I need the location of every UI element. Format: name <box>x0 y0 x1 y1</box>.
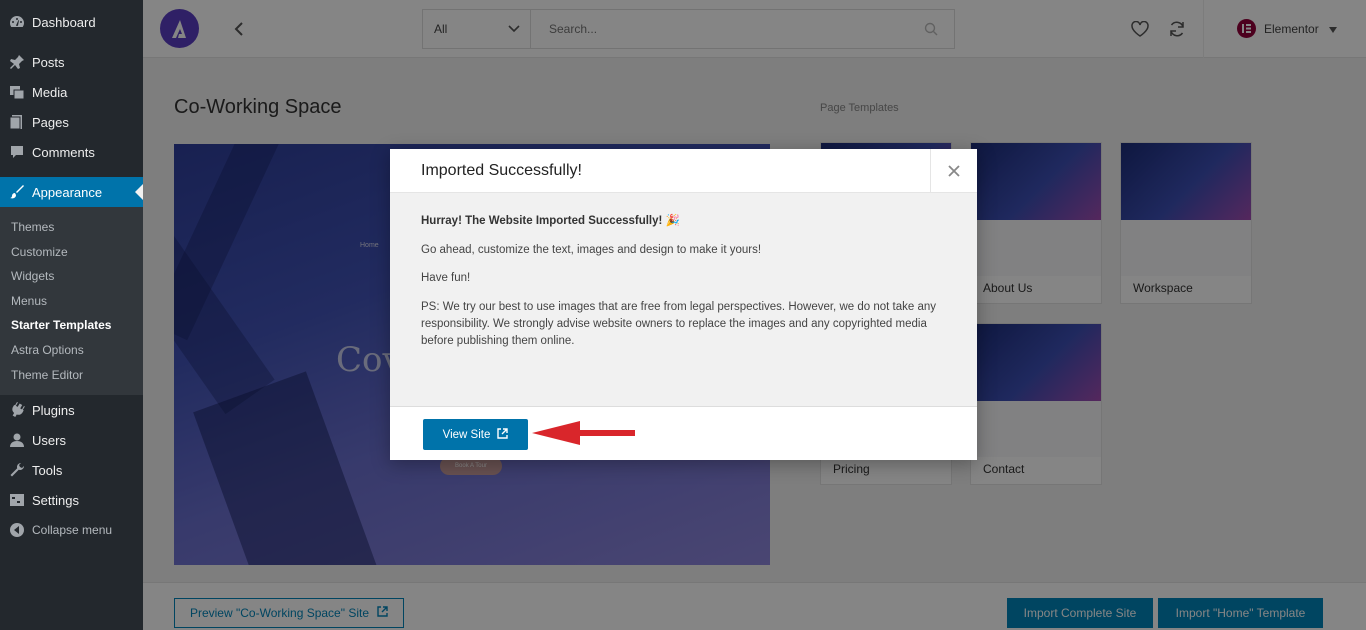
pin-icon <box>8 53 26 71</box>
sidebar-item-tools[interactable]: Tools <box>0 455 143 485</box>
sidebar-item-label: Comments <box>32 144 95 160</box>
sidebar-item-label: Posts <box>32 54 65 70</box>
brush-icon <box>8 183 26 201</box>
view-site-button[interactable]: View Site <box>423 419 528 450</box>
sidebar-item-label: Pages <box>32 114 69 130</box>
collapse-icon <box>8 521 26 539</box>
sidebar-item-label: Media <box>32 84 68 100</box>
annotation-arrow-icon <box>532 421 635 445</box>
media-icon <box>8 83 26 101</box>
appearance-submenu: Themes Customize Widgets Menus Starter T… <box>0 207 143 396</box>
close-button[interactable] <box>930 149 977 193</box>
pages-icon <box>8 113 26 131</box>
close-icon <box>948 160 960 183</box>
submenu-item-widgets[interactable]: Widgets <box>0 264 143 289</box>
sidebar-item-label: Tools <box>32 462 63 478</box>
success-message: Hurray! The Website Imported Successfull… <box>421 215 680 227</box>
import-success-modal: Imported Successfully! Hurray! The Websi… <box>390 149 977 460</box>
ps-disclaimer: PS: We try our best to use images that a… <box>421 300 936 347</box>
sidebar-item-label: Appearance <box>32 184 103 200</box>
view-site-label: View Site <box>442 428 491 441</box>
admin-sidebar: Dashboard Posts Media Pages Comments App… <box>0 0 143 630</box>
dashboard-icon <box>8 13 26 31</box>
sidebar-item-label: Dashboard <box>32 14 96 30</box>
collapse-label: Collapse menu <box>32 523 113 538</box>
sidebar-item-dashboard[interactable]: Dashboard <box>0 7 143 37</box>
customize-message: Go ahead, customize the text, images and… <box>421 243 762 256</box>
sidebar-item-comments[interactable]: Comments <box>0 137 143 167</box>
wrench-icon <box>8 461 26 479</box>
sidebar-item-label: Users <box>32 432 66 448</box>
sidebar-item-label: Plugins <box>32 402 75 418</box>
comment-icon <box>8 143 26 161</box>
plugin-icon <box>8 401 26 419</box>
collapse-menu-button[interactable]: Collapse menu <box>0 515 143 545</box>
submenu-item-themes[interactable]: Themes <box>0 215 143 240</box>
submenu-item-customize[interactable]: Customize <box>0 240 143 265</box>
submenu-item-theme-editor[interactable]: Theme Editor <box>0 363 143 388</box>
sidebar-item-pages[interactable]: Pages <box>0 107 143 137</box>
have-fun-message: Have fun! <box>421 272 471 284</box>
modal-header: Imported Successfully! <box>390 149 977 193</box>
modal-footer: View Site <box>390 406 977 460</box>
settings-icon <box>8 491 26 509</box>
modal-body: Hurray! The Website Imported Successfull… <box>390 193 977 406</box>
submenu-item-astra-options[interactable]: Astra Options <box>0 338 143 363</box>
modal-title: Imported Successfully! <box>421 162 582 179</box>
external-link-icon <box>497 427 509 442</box>
sidebar-item-users[interactable]: Users <box>0 425 143 455</box>
user-icon <box>8 431 26 449</box>
sidebar-item-media[interactable]: Media <box>0 77 143 107</box>
sidebar-item-label: Settings <box>32 492 79 508</box>
sidebar-item-plugins[interactable]: Plugins <box>0 395 143 425</box>
sidebar-item-appearance[interactable]: Appearance <box>0 177 143 207</box>
sidebar-item-settings[interactable]: Settings <box>0 485 143 515</box>
submenu-item-starter-templates[interactable]: Starter Templates <box>0 313 143 338</box>
sidebar-item-posts[interactable]: Posts <box>0 47 143 77</box>
submenu-item-menus[interactable]: Menus <box>0 289 143 314</box>
